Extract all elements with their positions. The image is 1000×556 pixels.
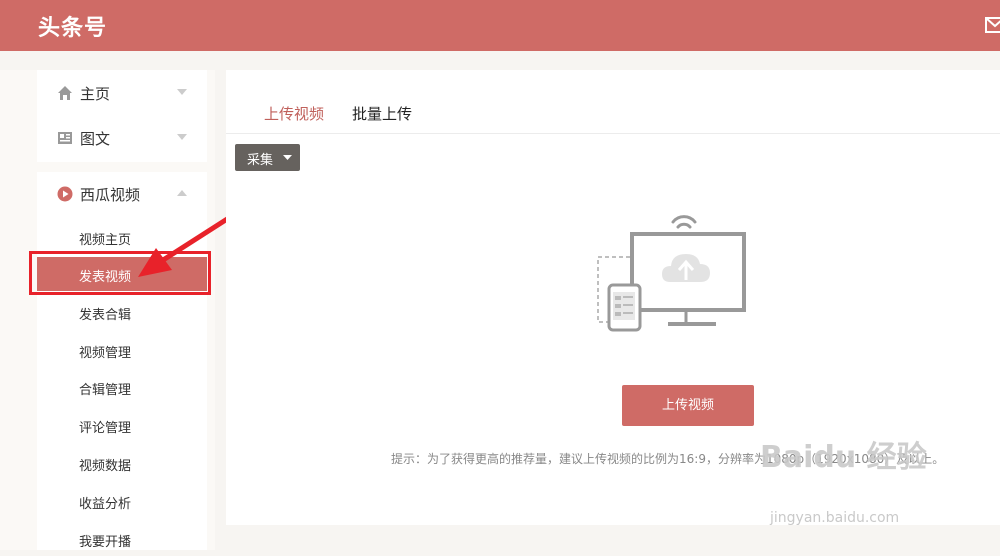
mail-icon[interactable] — [985, 17, 1000, 33]
home-icon — [58, 86, 72, 100]
tab-upload-video[interactable]: 上传视频 — [264, 103, 324, 124]
sidebar-item-label: 主页 — [80, 84, 111, 103]
sidebar-sub-publish-collection[interactable]: 发表合辑 — [37, 295, 207, 329]
sidebar-item-home[interactable]: 主页 — [37, 73, 207, 113]
upload-video-button[interactable]: 上传视频 — [622, 385, 754, 426]
sidebar-sub-label: 评论管理 — [79, 421, 132, 436]
upload-illustration-icon — [597, 215, 746, 332]
baidu-watermark: Baidu 经验 — [760, 440, 927, 475]
sidebar-sub-label: 合辑管理 — [79, 383, 132, 398]
collect-label: 采集 — [247, 153, 274, 168]
tab-batch-upload[interactable]: 批量上传 — [352, 103, 412, 124]
chevron-down-icon — [177, 134, 187, 140]
sidebar-sub-collection-manage[interactable]: 合辑管理 — [37, 370, 207, 404]
play-circle-icon — [57, 186, 73, 202]
sidebar-item-article[interactable]: 图文 — [37, 118, 207, 158]
sidebar-sub-video-manage[interactable]: 视频管理 — [37, 333, 207, 367]
top-header: 头条号 — [0, 0, 1000, 51]
article-icon — [58, 132, 72, 144]
sidebar-sub-label: 视频数据 — [79, 459, 132, 474]
baidu-watermark-url: jingyan.baidu.com — [770, 510, 900, 526]
collect-dropdown-button[interactable]: 采集 — [235, 144, 300, 171]
sidebar-sub-label: 发表合辑 — [79, 308, 132, 323]
sidebar-item-label: 图文 — [80, 129, 111, 148]
sidebar-top-group: 主页 图文 — [37, 70, 207, 162]
sidebar-sub-go-live[interactable]: 我要开播 — [37, 522, 207, 556]
caret-down-icon — [283, 155, 292, 160]
sidebar-sub-video-data[interactable]: 视频数据 — [37, 446, 207, 480]
app-logo[interactable]: 头条号 — [38, 10, 107, 42]
chevron-down-icon — [177, 89, 187, 95]
sidebar-sub-comment-manage[interactable]: 评论管理 — [37, 408, 207, 442]
sidebar-sub-label: 我要开播 — [79, 535, 132, 550]
sidebar-sub-label: 收益分析 — [79, 497, 132, 512]
sidebar-sub-revenue[interactable]: 收益分析 — [37, 484, 207, 518]
tab-bar: 上传视频 批量上传 — [226, 70, 1000, 134]
sidebar-sub-label: 视频管理 — [79, 346, 132, 361]
